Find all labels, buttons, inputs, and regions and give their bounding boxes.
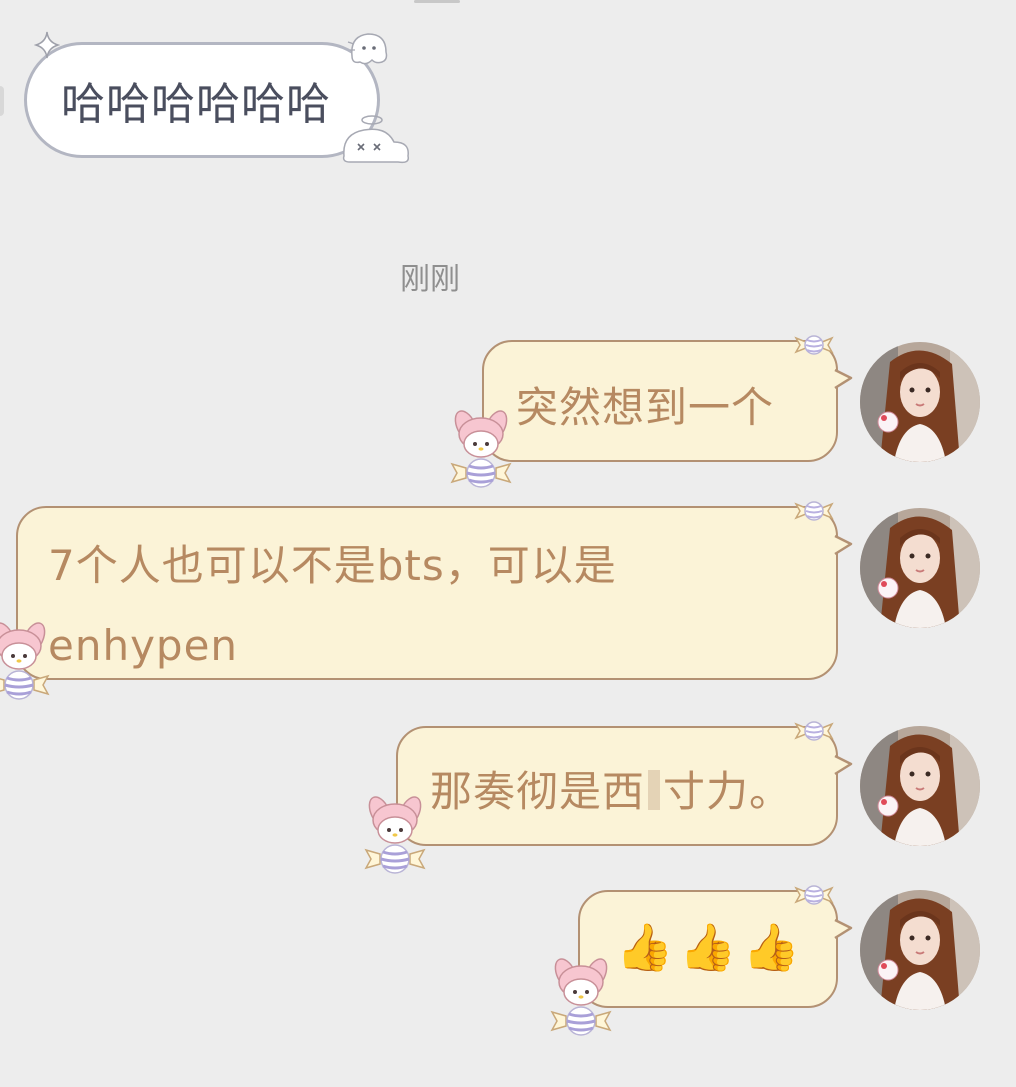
avatar-image bbox=[860, 508, 980, 628]
bubble-tail bbox=[834, 534, 853, 556]
bubble-tail bbox=[834, 368, 853, 390]
my-melody-sticker-icon bbox=[358, 790, 432, 874]
outgoing-message-text: 突然想到一个 bbox=[516, 383, 775, 432]
message-text-part: 寸力。 bbox=[663, 767, 793, 816]
message-line: 7个人也可以不是bts，可以是 bbox=[48, 541, 617, 590]
sparkle-icon bbox=[34, 31, 60, 59]
bubble-tail bbox=[834, 754, 853, 776]
top-divider bbox=[414, 0, 460, 3]
ghost-icon bbox=[347, 33, 388, 65]
avatar-image bbox=[860, 342, 980, 462]
message-text-part: 那奏彻是西 bbox=[430, 767, 646, 816]
incoming-message-bubble[interactable]: 哈哈哈哈哈哈 bbox=[24, 42, 380, 158]
user-avatar[interactable] bbox=[860, 508, 980, 628]
incoming-avatar-edge bbox=[0, 86, 4, 116]
user-avatar[interactable] bbox=[860, 342, 980, 462]
outgoing-message-bubble[interactable]: 那奏彻是西 寸力。 bbox=[396, 726, 853, 846]
my-melody-sticker-icon bbox=[544, 952, 618, 1036]
message-line: enhypen bbox=[48, 621, 239, 670]
outgoing-message-bubble[interactable]: 7个人也可以不是bts，可以是 enhypen bbox=[16, 506, 853, 680]
candy-icon bbox=[792, 880, 836, 908]
user-avatar[interactable] bbox=[860, 726, 980, 846]
halo-ghost-icon bbox=[342, 115, 410, 164]
text-cursor bbox=[648, 770, 661, 810]
my-melody-sticker-icon bbox=[444, 404, 518, 488]
outgoing-message-text: 7个人也可以不是bts，可以是 enhypen bbox=[18, 496, 836, 686]
avatar-image bbox=[860, 890, 980, 1010]
message-timestamp: 刚刚 bbox=[400, 262, 460, 297]
user-avatar[interactable] bbox=[860, 890, 980, 1010]
chat-view: 哈哈哈哈哈哈 刚刚 突然想到一个 7个人也可以不是bts，可以是 enhypen … bbox=[0, 0, 1016, 1087]
outgoing-message-bubble[interactable]: 突然想到一个 bbox=[482, 340, 853, 462]
outgoing-message-text: 那奏彻是西 寸力。 bbox=[398, 728, 836, 819]
candy-icon bbox=[792, 496, 836, 524]
bubble-tail bbox=[834, 918, 853, 940]
avatar-image bbox=[860, 726, 980, 846]
candy-icon bbox=[792, 716, 836, 744]
incoming-message-text: 哈哈哈哈哈哈 bbox=[61, 79, 331, 130]
candy-icon bbox=[792, 330, 836, 358]
my-melody-sticker-icon bbox=[0, 616, 56, 700]
